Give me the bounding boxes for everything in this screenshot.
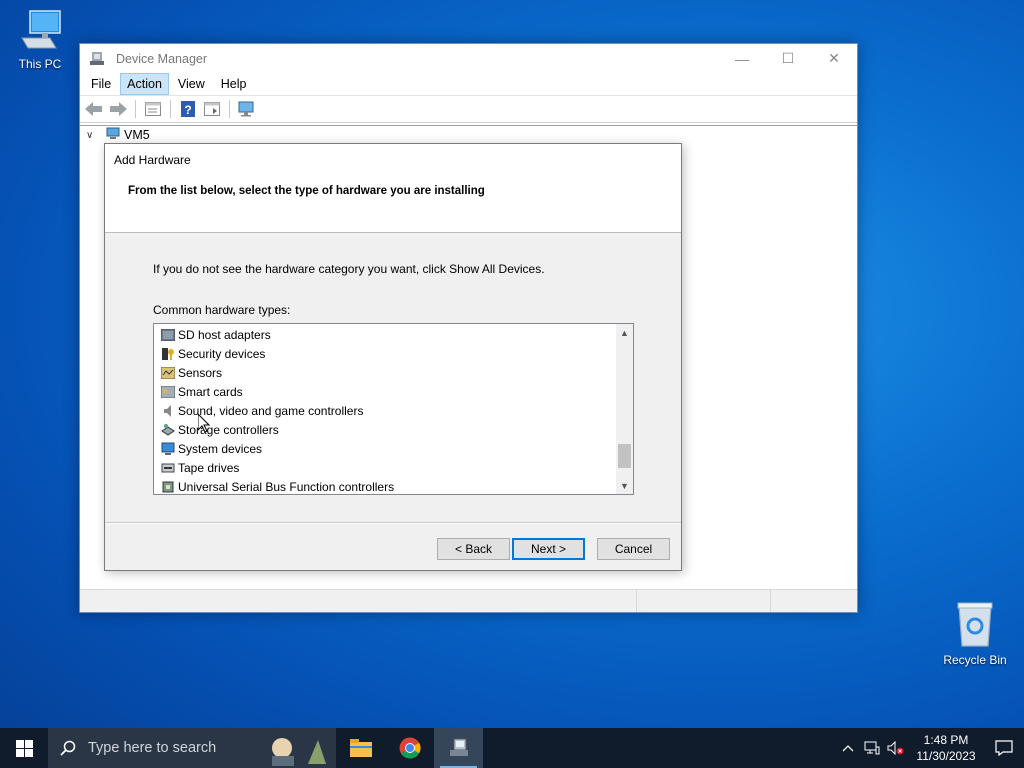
list-item-label: System devices <box>178 441 263 456</box>
desktop-icon-this-pc[interactable]: This PC <box>2 8 78 71</box>
start-button[interactable] <box>0 728 48 768</box>
hardware-types-list[interactable]: SD host adapters Security devices Sensor… <box>153 323 634 495</box>
forward-arrow-icon[interactable] <box>108 99 128 119</box>
update-driver-icon[interactable] <box>202 99 222 119</box>
chrome-icon <box>399 737 421 759</box>
list-item-label: Tape drives <box>178 460 240 475</box>
close-button[interactable]: ✕ <box>811 44 857 73</box>
dialog-title: Add Hardware <box>114 153 191 167</box>
list-item-label: SD host adapters <box>178 327 271 342</box>
list-item[interactable]: Sound, video and game controllers <box>154 401 616 420</box>
computer-icon <box>106 127 120 144</box>
menu-file[interactable]: File <box>84 73 118 95</box>
scroll-down-icon[interactable]: ▼ <box>616 477 633 494</box>
add-hardware-dialog: Add Hardware From the list below, select… <box>104 143 682 571</box>
list-item[interactable]: SD host adapters <box>154 325 616 344</box>
tree-root-label: VM5 <box>124 128 150 142</box>
list-item-label: Sensors <box>178 365 223 380</box>
list-item-label: Smart cards <box>178 384 243 399</box>
maximize-button[interactable]: ☐ <box>765 44 811 73</box>
desktop-icon-label: Recycle Bin <box>943 653 1007 667</box>
vertical-scrollbar[interactable]: ▲ ▼ <box>616 324 633 494</box>
tape-drive-icon <box>160 460 175 475</box>
list-item[interactable]: System devices <box>154 439 616 458</box>
storage-controller-icon <box>160 422 175 437</box>
list-item[interactable]: Tape drives <box>154 458 616 477</box>
dialog-header: Add Hardware From the list below, select… <box>105 144 681 233</box>
dialog-heading: From the list below, select the type of … <box>128 185 485 197</box>
notification-icon[interactable] <box>984 740 1024 756</box>
clock-time: 1:48 PM <box>923 733 969 747</box>
scan-hardware-icon[interactable] <box>237 99 257 119</box>
security-device-icon <box>160 346 175 361</box>
status-bar <box>80 589 857 612</box>
list-item[interactable]: Sensors <box>154 363 616 382</box>
taskbar: Type here to search 1:48 PM 11/30/2023 <box>0 728 1024 768</box>
minimize-button[interactable]: — <box>719 44 765 73</box>
menu-help[interactable]: Help <box>214 73 254 95</box>
list-item-label: Universal Serial Bus Function controller… <box>178 479 395 494</box>
title-bar[interactable]: Device Manager — ☐ ✕ <box>80 44 857 73</box>
search-highlight-icon <box>260 730 332 768</box>
status-segment <box>771 590 857 612</box>
search-icon <box>48 740 88 756</box>
device-manager-icon <box>89 51 105 67</box>
menu-view[interactable]: View <box>171 73 212 95</box>
file-explorer-icon <box>349 739 372 757</box>
status-segment <box>80 590 637 612</box>
taskbar-clock[interactable]: 1:48 PM 11/30/2023 <box>908 732 984 764</box>
svg-text:?: ? <box>184 103 191 117</box>
taskbar-chrome[interactable] <box>385 728 434 768</box>
list-item-label: Security devices <box>178 346 266 361</box>
help-icon[interactable]: ? <box>178 99 198 119</box>
list-item[interactable]: Security devices <box>154 344 616 363</box>
volume-muted-icon[interactable] <box>884 728 908 768</box>
search-placeholder: Type here to search <box>88 740 217 756</box>
hardware-list-label: Common hardware types: <box>153 303 291 317</box>
taskbar-search-box[interactable]: Type here to search <box>48 728 336 768</box>
sd-adapter-icon <box>160 327 175 342</box>
chevron-down-icon[interactable]: ∨ <box>86 130 98 141</box>
scrollbar-thumb[interactable] <box>618 444 631 468</box>
window-title: Device Manager <box>116 51 208 66</box>
system-tray: 1:48 PM 11/30/2023 <box>836 728 1024 768</box>
taskbar-file-explorer[interactable] <box>336 728 385 768</box>
status-segment <box>637 590 771 612</box>
windows-logo-icon <box>15 739 33 757</box>
toolbar: ? <box>80 95 857 123</box>
mouse-cursor-icon <box>197 412 211 433</box>
desktop-icon-label: This PC <box>18 57 62 71</box>
clock-date: 11/30/2023 <box>916 749 976 763</box>
chevron-up-icon[interactable] <box>836 728 860 768</box>
scroll-up-icon[interactable]: ▲ <box>616 324 633 341</box>
list-item[interactable]: Universal Serial Bus Function controller… <box>154 477 616 494</box>
dialog-instruction: If you do not see the hardware category … <box>153 262 545 276</box>
menu-bar: File Action View Help <box>80 73 857 95</box>
back-button[interactable]: < Back <box>437 538 510 560</box>
device-manager-icon <box>449 738 468 756</box>
recycle-bin-icon <box>937 600 1013 651</box>
list-item[interactable]: Storage controllers <box>154 420 616 439</box>
toolbar-separator <box>170 100 171 118</box>
sensor-icon <box>160 365 175 380</box>
back-arrow-icon[interactable] <box>84 99 104 119</box>
system-device-icon <box>160 441 175 456</box>
menu-action[interactable]: Action <box>120 73 169 95</box>
smart-card-icon <box>160 384 175 399</box>
speaker-icon <box>160 403 175 418</box>
usb-icon <box>160 479 175 494</box>
list-item-label: Storage controllers <box>178 422 279 437</box>
taskbar-device-manager[interactable] <box>434 728 483 768</box>
dialog-separator <box>105 522 681 524</box>
desktop-icon-recycle-bin[interactable]: Recycle Bin <box>937 600 1013 667</box>
properties-icon[interactable] <box>143 99 163 119</box>
next-button[interactable]: Next > <box>512 538 585 560</box>
tree-root-node[interactable]: ∨ VM5 <box>80 126 857 144</box>
toolbar-separator <box>135 100 136 118</box>
cancel-button[interactable]: Cancel <box>597 538 670 560</box>
computer-icon <box>2 8 78 55</box>
list-item[interactable]: Smart cards <box>154 382 616 401</box>
network-icon[interactable] <box>860 728 884 768</box>
toolbar-separator <box>229 100 230 118</box>
